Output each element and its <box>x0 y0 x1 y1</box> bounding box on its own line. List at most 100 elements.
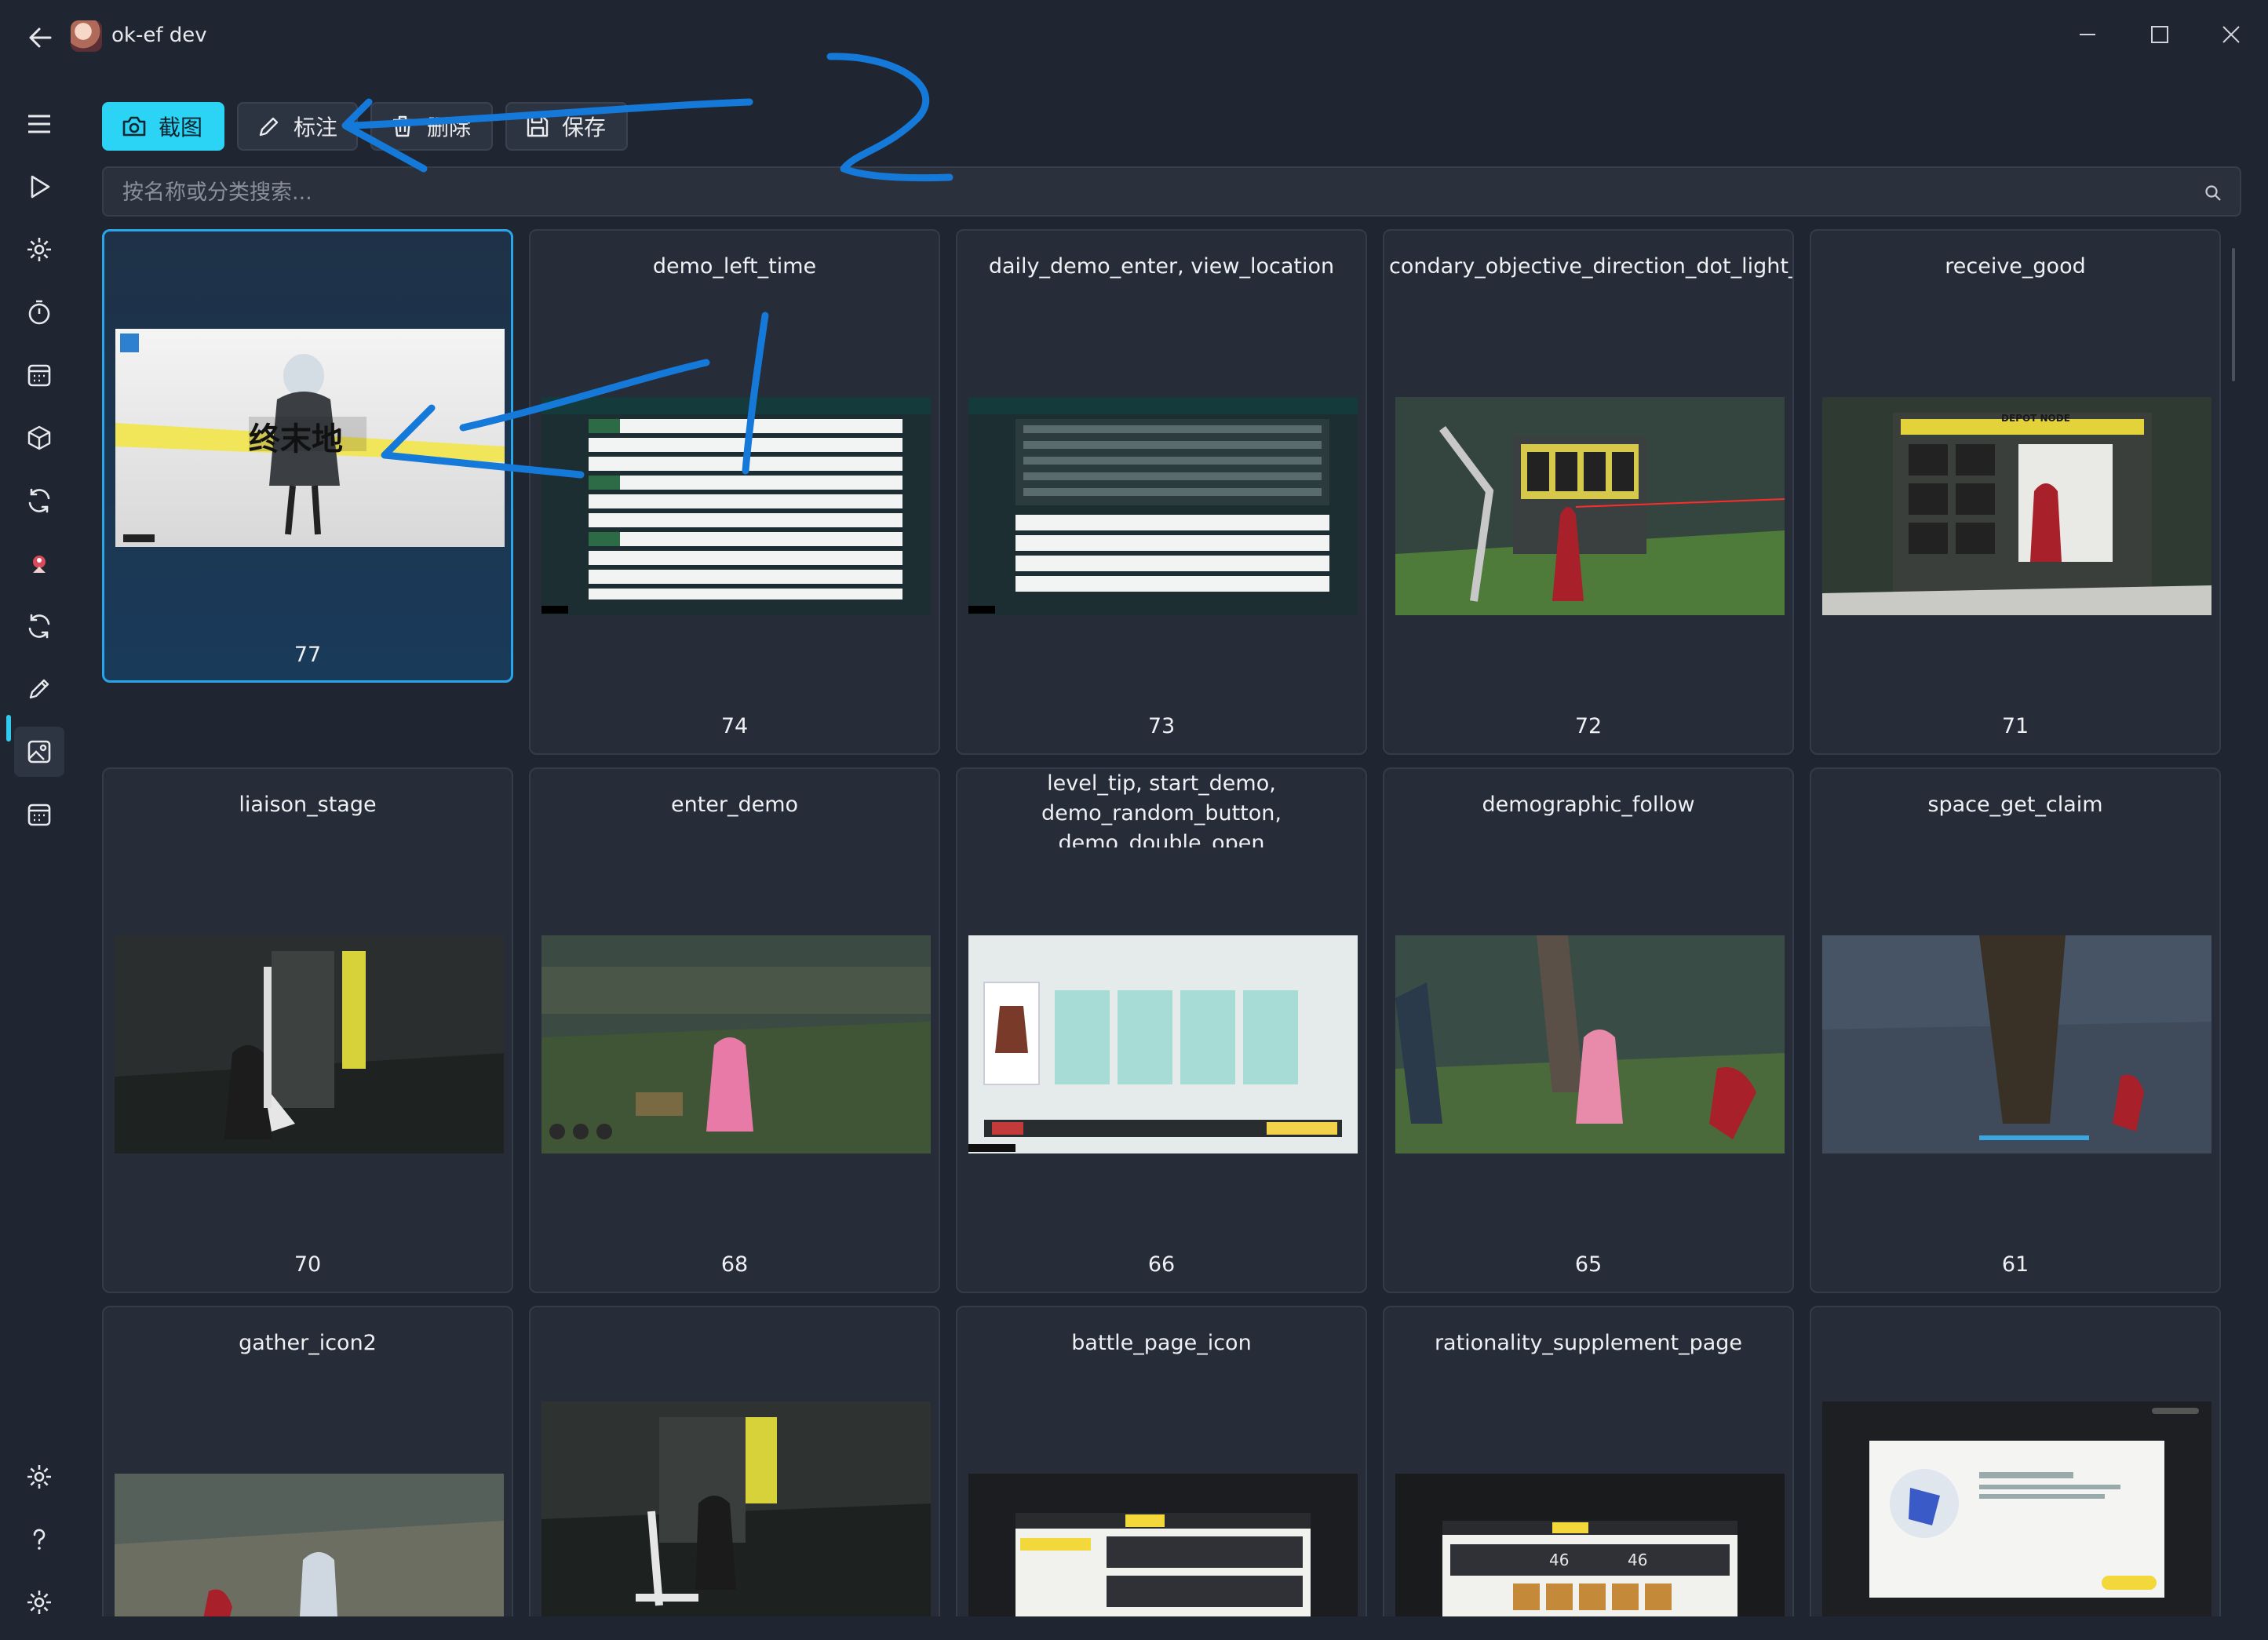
menu-button[interactable] <box>14 99 64 149</box>
card-id: 72 <box>1574 714 1603 738</box>
card-thumbnail <box>541 935 931 1153</box>
arrow-left-icon <box>29 27 52 48</box>
screenshot-card-66[interactable]: level_tip, start_demo, demo_random_butto… <box>956 767 1367 1293</box>
card-thumbnail <box>1395 935 1785 1153</box>
annotate-label: 标注 <box>294 115 338 140</box>
search-box <box>102 166 2241 217</box>
card-thumbnail <box>541 397 931 615</box>
screenshot-button[interactable]: 截图 <box>102 102 224 151</box>
sidebar-item-settings-alt[interactable] <box>14 1577 64 1627</box>
screenshot-card-row3-2[interactable] <box>529 1306 940 1616</box>
screenshot-card-rationality-supplement-page[interactable]: rationality_supplement_page 46 46 <box>1383 1306 1794 1616</box>
save-label: 保存 <box>562 115 607 140</box>
card-thumbnail <box>115 935 504 1153</box>
card-id: 71 <box>2001 714 2029 738</box>
card-thumbnail: 终末地 <box>115 329 505 547</box>
thumbnail-image <box>1822 935 2211 1153</box>
sidebar-item-package[interactable] <box>14 413 64 463</box>
card-name: level_tip, start_demo, demo_random_butto… <box>1041 771 1282 847</box>
screenshot-card-battle-page-icon[interactable]: battle_page_icon <box>956 1306 1367 1616</box>
pencil-icon <box>259 117 279 137</box>
card-id: 66 <box>1147 1252 1176 1277</box>
card-id: 77 <box>294 643 322 667</box>
active-indicator <box>6 715 11 742</box>
card-name <box>104 231 511 310</box>
sidebar-item-start[interactable] <box>14 162 64 212</box>
sidebar-item-sync-alt[interactable] <box>14 601 64 651</box>
screenshot-card-73[interactable]: daily_demo_enter, view_location 73 <box>956 229 1367 755</box>
maximize-button[interactable] <box>2132 11 2187 58</box>
card-id: 70 <box>294 1252 322 1277</box>
search-icon[interactable] <box>2204 184 2222 202</box>
card-thumbnail <box>541 1401 931 1616</box>
sidebar-item-mascot[interactable] <box>14 538 64 589</box>
sidebar-item-screenshots[interactable] <box>14 727 64 777</box>
sidebar-item-timer[interactable] <box>14 287 64 337</box>
close-button[interactable] <box>2204 11 2259 58</box>
sidebar-item-settings[interactable] <box>14 224 64 275</box>
sidebar-item-calendar[interactable] <box>14 350 64 400</box>
card-thumbnail <box>1822 935 2211 1153</box>
sidebar-item-bottom-settings[interactable] <box>14 1452 64 1502</box>
vertical-scrollbar[interactable] <box>2232 248 2235 381</box>
card-name: daily_demo_enter, view_location <box>988 254 1335 279</box>
screenshot-card-77[interactable]: 终末地 77 <box>102 229 513 683</box>
card-name <box>1811 1307 2219 1386</box>
card-thumbnail <box>968 1474 1358 1616</box>
refresh-icon <box>28 614 50 639</box>
app-logo <box>71 20 102 52</box>
card-thumbnail <box>1395 397 1785 615</box>
trash-icon <box>393 115 412 137</box>
title-bar: ok-ef dev <box>0 0 2268 75</box>
thumbnail-image <box>541 1401 931 1616</box>
card-name: enter_demo <box>670 793 799 817</box>
card-thumbnail <box>968 935 1358 1153</box>
thumbnail-image <box>1822 397 2211 615</box>
screenshot-card-row3-5[interactable] <box>1810 1306 2221 1616</box>
screenshot-card-70[interactable]: liaison_stage 70 <box>102 767 513 1293</box>
search-input[interactable] <box>121 176 2164 209</box>
save-button[interactable]: 保存 <box>505 102 628 151</box>
screenshot-card-gather-icon2[interactable]: gather_icon2 <box>102 1306 513 1616</box>
screenshot-card-71[interactable]: receive_good DEPOT NODE 71 <box>1810 229 2221 755</box>
card-thumbnail: DEPOT NODE <box>1822 397 2211 615</box>
sidebar-item-calendar-alt[interactable] <box>14 789 64 840</box>
card-thumbnail <box>968 397 1358 615</box>
save-icon <box>527 115 549 137</box>
sidebar-item-sync[interactable] <box>14 476 64 526</box>
annotate-button[interactable]: 标注 <box>237 102 358 151</box>
sidebar-item-help[interactable] <box>14 1514 64 1565</box>
close-icon <box>2222 26 2240 43</box>
gear-icon <box>27 1465 51 1489</box>
screenshot-card-74[interactable]: demo_left_time 74 <box>529 229 940 755</box>
screenshot-card-72[interactable]: condary_objective_direction_dot_light_fo… <box>1383 229 1794 755</box>
pencil-icon <box>29 679 49 699</box>
card-id: 74 <box>720 714 749 738</box>
thumbnail-image <box>968 1474 1358 1616</box>
screenshot-label: 截图 <box>159 115 203 140</box>
back-button[interactable] <box>22 19 60 56</box>
depot-sign-text: DEPOT NODE <box>2001 413 2070 424</box>
camera-icon <box>122 116 146 137</box>
card-thumbnail <box>115 1474 504 1616</box>
package-icon <box>27 425 51 450</box>
question-icon <box>33 1529 46 1550</box>
minimize-button[interactable] <box>2060 11 2115 58</box>
image-icon <box>27 740 51 764</box>
screenshot-card-68[interactable]: enter_demo 68 <box>529 767 940 1293</box>
window-title: ok-ef dev <box>111 24 207 47</box>
screenshot-card-61[interactable]: space_get_claim 61 <box>1810 767 2221 1293</box>
delete-button[interactable]: 删除 <box>370 102 493 151</box>
sidebar <box>0 75 78 1640</box>
minimize-icon <box>2080 34 2095 35</box>
thumbnail-image <box>968 935 1358 1153</box>
screenshot-card-65[interactable]: demographic_follow 65 <box>1383 767 1794 1293</box>
sync-icon <box>28 488 50 513</box>
card-id: 68 <box>720 1252 749 1277</box>
thumbnail-image <box>1395 935 1785 1153</box>
rationality-value-current: 46 <box>1549 1551 1570 1569</box>
card-name: demographic_follow <box>1482 793 1695 817</box>
thumbnail-image <box>541 935 931 1153</box>
card-thumbnail: 46 46 <box>1395 1474 1785 1616</box>
sidebar-item-edit[interactable] <box>14 664 64 714</box>
